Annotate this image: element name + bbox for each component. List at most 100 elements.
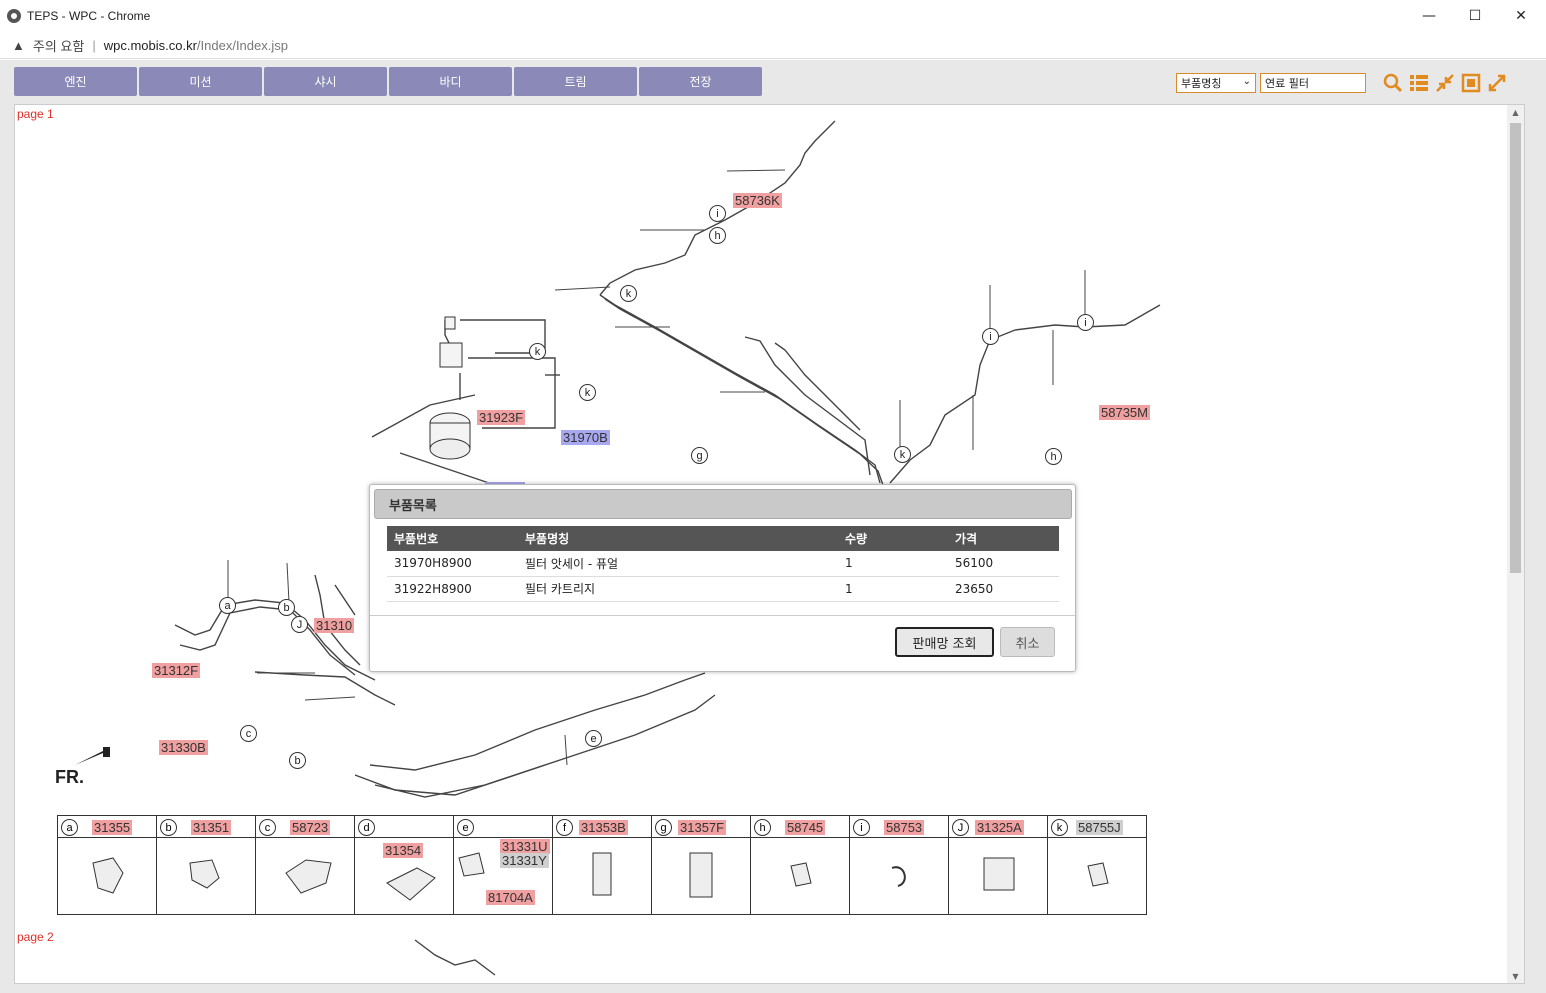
close-button[interactable]: ✕	[1498, 0, 1544, 32]
callout-g: g	[691, 447, 708, 464]
cell-price: 23650	[948, 576, 1059, 602]
url-host[interactable]: wpc.mobis.co.kr	[104, 38, 197, 53]
legend-letter: J	[952, 819, 969, 836]
dealer-lookup-button[interactable]: 판매망 조회	[895, 627, 994, 657]
menu-body[interactable]: 바디	[389, 67, 512, 96]
maximize-button[interactable]: ☐	[1452, 0, 1498, 32]
legend-part[interactable]: 31357F	[678, 820, 727, 835]
cell-part-name: 필터 카트리지	[518, 576, 838, 602]
legend-cell-b: b 31351	[157, 816, 256, 914]
callout-c: c	[240, 725, 257, 742]
menu-electrical[interactable]: 전장	[639, 67, 762, 96]
search-area: 부품명칭 ⌄ 연료 필터	[1176, 72, 1508, 94]
front-direction-label: FR.	[55, 767, 84, 787]
clip-part-icon	[1087, 862, 1109, 887]
clip-part-icon	[386, 867, 436, 901]
part-label-58736K[interactable]: 58736K	[733, 193, 782, 208]
parts-table: 부품번호 부품명칭 수량 가격 31970H8900 필터 앗세이 - 퓨얼 1…	[387, 526, 1059, 602]
legend-letter: g	[655, 819, 672, 836]
scroll-up-icon[interactable]: ▲	[1507, 105, 1524, 119]
chrome-icon	[7, 9, 21, 23]
address-bar[interactable]: ▲ 주의 요함 | wpc.mobis.co.kr /Index/Index.j…	[0, 32, 1546, 59]
page-content: 엔진 미션 샤시 바디 트림 전장 부품명칭 ⌄ 연료 필터 page 1 i …	[0, 60, 1546, 993]
window-titlebar: TEPS - WPC - Chrome — ☐ ✕	[0, 0, 1546, 32]
cancel-button[interactable]: 취소	[1000, 627, 1055, 657]
legend-cell-i: i 58753	[850, 816, 949, 914]
legend-part[interactable]: 31355	[92, 820, 133, 835]
part-label-31923F[interactable]: 31923F	[477, 410, 526, 425]
part-label-31312F[interactable]: 31312F	[152, 663, 201, 678]
legend-part[interactable]: 58723	[290, 820, 331, 835]
legend-letter: f	[556, 819, 573, 836]
legend-cell-c: c 58723	[256, 816, 355, 914]
col-part-number: 부품번호	[387, 526, 518, 551]
callout-k: k	[579, 384, 596, 401]
url-path[interactable]: /Index/Index.jsp	[197, 38, 288, 53]
callout-h: h	[709, 227, 726, 244]
window-title: TEPS - WPC - Chrome	[27, 9, 151, 23]
cell-part-number: 31922H8900	[387, 576, 518, 602]
legend-letter: d	[358, 819, 375, 836]
part-label-58735M[interactable]: 58735M	[1099, 405, 1150, 420]
shrink-icon[interactable]	[1434, 72, 1456, 94]
page-label: page 2	[17, 930, 54, 944]
legend-cell-j: J 31325A	[949, 816, 1048, 914]
search-icon[interactable]	[1382, 72, 1404, 94]
legend-cell-f: f 31353B	[553, 816, 652, 914]
cell-price: 56100	[948, 551, 1059, 577]
legend-part[interactable]: 31353B	[579, 820, 628, 835]
category-menu: 엔진 미션 샤시 바디 트림 전장	[14, 67, 764, 96]
clip-part-icon	[790, 862, 812, 887]
search-input[interactable]: 연료 필터	[1260, 73, 1366, 93]
clip-part-icon	[285, 859, 332, 894]
clip-part-icon	[92, 857, 124, 894]
dialog-title: 부품목록	[374, 489, 1072, 519]
callout-k: k	[894, 446, 911, 463]
callout-k: k	[620, 285, 637, 302]
security-warning-text[interactable]: 주의 요함	[33, 36, 84, 55]
menu-chassis[interactable]: 샤시	[264, 67, 387, 96]
table-row[interactable]: 31970H8900 필터 앗세이 - 퓨얼 1 56100	[387, 551, 1059, 577]
legend-letter: a	[61, 819, 78, 836]
warning-icon[interactable]: ▲	[12, 38, 25, 53]
clip-part-icon	[891, 866, 906, 887]
fit-icon[interactable]	[1460, 72, 1482, 94]
part-label-31310[interactable]: 31310	[314, 618, 355, 633]
minimize-button[interactable]: —	[1406, 0, 1452, 32]
part-label-31330B[interactable]: 31330B	[159, 740, 208, 755]
menu-transmission[interactable]: 미션	[139, 67, 262, 96]
callout-h: h	[1045, 448, 1062, 465]
cell-quantity: 1	[838, 576, 948, 602]
cell-quantity: 1	[838, 551, 948, 577]
legend-part[interactable]: 58755J	[1076, 820, 1123, 835]
table-header-row: 부품번호 부품명칭 수량 가격	[387, 526, 1059, 551]
search-type-select[interactable]: 부품명칭 ⌄	[1176, 73, 1256, 93]
legend-part[interactable]: 31351	[191, 820, 232, 835]
legend-part[interactable]: 31325A	[975, 820, 1024, 835]
callout-j: J	[291, 616, 308, 633]
legend-part[interactable]: 58745	[785, 820, 826, 835]
list-icon[interactable]	[1408, 72, 1430, 94]
parts-legend-table: a 31355 b 31351 c 58723 d 31354 e 31331U…	[57, 815, 1147, 915]
legend-cell-d: d 31354	[355, 816, 454, 914]
callout-e: e	[585, 730, 602, 747]
legend-cell-e: e 31331U 31331Y 81704A	[454, 816, 553, 914]
scroll-down-icon[interactable]: ▼	[1507, 969, 1524, 983]
clip-part-icon	[983, 857, 1015, 891]
clip-part-icon	[592, 852, 612, 896]
dialog-footer: 판매망 조회 취소	[370, 615, 1075, 671]
callout-i: i	[709, 205, 726, 222]
parts-list-dialog: 부품목록 부품번호 부품명칭 수량 가격 31970H8900 필터 앗세이 -…	[369, 484, 1076, 672]
menu-engine[interactable]: 엔진	[14, 67, 137, 96]
scrollbar-thumb[interactable]	[1510, 123, 1521, 573]
table-row[interactable]: 31922H8900 필터 카트리지 1 23650	[387, 576, 1059, 602]
callout-b: b	[289, 752, 306, 769]
part-label-31970B[interactable]: 31970B	[561, 430, 610, 445]
col-quantity: 수량	[838, 526, 948, 551]
legend-part[interactable]: 58753	[884, 820, 925, 835]
menu-trim[interactable]: 트림	[514, 67, 637, 96]
expand-icon[interactable]	[1486, 72, 1508, 94]
legend-letter: e	[457, 819, 474, 836]
vertical-scrollbar[interactable]: ▲ ▼	[1507, 105, 1524, 983]
clip-part-icon	[689, 852, 713, 898]
